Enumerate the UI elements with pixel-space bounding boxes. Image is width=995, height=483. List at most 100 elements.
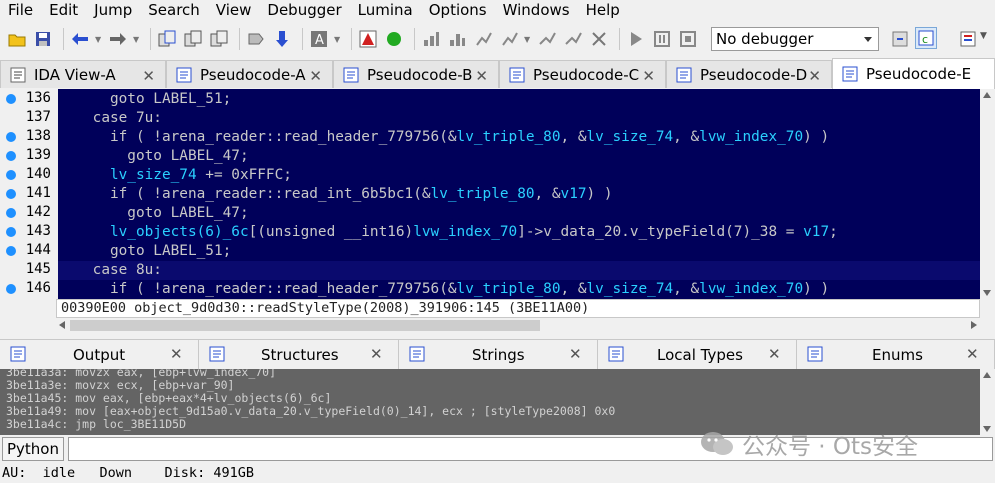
scroll-thumb[interactable]: [70, 320, 540, 331]
struct-icon[interactable]: [208, 28, 230, 50]
code-line[interactable]: lv_objects(6)_6c[(unsigned __int16)lvw_i…: [58, 223, 980, 242]
close-icon[interactable]: ✕: [642, 67, 655, 85]
down-arrow-icon[interactable]: [271, 28, 293, 50]
close-icon[interactable]: ✕: [808, 67, 821, 85]
graph-icon[interactable]: [536, 28, 558, 50]
tab-pseudocode-e[interactable]: Pseudocode-E: [832, 58, 995, 89]
chevron-down-icon[interactable]: ▼: [980, 31, 987, 41]
gutter-line[interactable]: 144: [0, 242, 56, 261]
code-variable[interactable]: lv_triple_80: [457, 129, 561, 145]
menu-file[interactable]: File: [0, 0, 41, 22]
chevron-down-icon[interactable]: ▼: [334, 35, 342, 44]
chevron-down-icon[interactable]: ▼: [133, 35, 141, 44]
bottom-tab-strings[interactable]: Strings ✕: [399, 340, 598, 370]
code-variable[interactable]: v17: [561, 186, 587, 202]
breakpoint-dot-icon[interactable]: [6, 151, 16, 161]
stop-icon[interactable]: [357, 28, 379, 50]
tab-pseudocode-a[interactable]: Pseudocode-A ✕: [166, 60, 333, 88]
menu-search[interactable]: Search: [140, 0, 208, 22]
save-icon[interactable]: [32, 28, 54, 50]
tab-pseudocode-d[interactable]: Pseudocode-D ✕: [666, 60, 832, 88]
green-dot-icon[interactable]: [383, 28, 405, 50]
bottom-tab-local-types[interactable]: Local Types ✕: [598, 340, 797, 370]
code-line[interactable]: lv_size_74 += 0xFFFC;: [58, 166, 980, 185]
gutter-line[interactable]: 137: [0, 109, 56, 128]
scroll-up-icon[interactable]: [983, 92, 991, 98]
hex-icon[interactable]: [182, 28, 204, 50]
code-line[interactable]: goto LABEL_51;: [58, 242, 980, 261]
code-line[interactable]: case 8u:: [58, 261, 980, 280]
graph-icon[interactable]: [420, 28, 442, 50]
code-line[interactable]: goto LABEL_51;: [58, 90, 980, 109]
code-line[interactable]: if ( !arena_reader::read_header_779756(&…: [58, 128, 980, 147]
scroll-left-icon[interactable]: [59, 321, 65, 329]
options-icon[interactable]: [957, 28, 979, 50]
stop-square-icon[interactable]: [677, 28, 699, 50]
output-scrollbar[interactable]: [980, 369, 995, 435]
menu-jump[interactable]: Jump: [86, 0, 140, 22]
code-variable[interactable]: lv_size_74: [110, 167, 197, 183]
scroll-down-icon[interactable]: [983, 290, 991, 296]
output-window[interactable]: 3be11a3a: movzx eax, [ebp+lvw_index_70] 3…: [0, 369, 980, 435]
scroll-up-icon[interactable]: [983, 372, 991, 378]
text-icon[interactable]: A: [308, 28, 330, 50]
graph-icon[interactable]: [446, 28, 468, 50]
close-icon[interactable]: [588, 28, 610, 50]
menu-lumina[interactable]: Lumina: [350, 0, 421, 22]
decompile-icon[interactable]: c: [915, 27, 937, 49]
breakpoint-dot-icon[interactable]: [6, 246, 16, 256]
open-icon[interactable]: [6, 28, 28, 50]
code-variable[interactable]: lv_triple_80: [457, 281, 561, 297]
close-icon[interactable]: ✕: [966, 345, 979, 363]
code-variable[interactable]: lv_size_74: [587, 281, 674, 297]
breakpoint-dot-icon[interactable]: [6, 227, 16, 237]
gutter-line[interactable]: 138: [0, 128, 56, 147]
close-icon[interactable]: ✕: [475, 67, 488, 85]
gutter-line[interactable]: 136: [0, 90, 56, 109]
tab-pseudocode-c[interactable]: Pseudocode-C ✕: [499, 60, 666, 88]
gutter-line[interactable]: 143: [0, 223, 56, 242]
gutter-line[interactable]: 145: [0, 261, 56, 280]
close-icon[interactable]: ✕: [142, 67, 155, 85]
gutter-line[interactable]: 146: [0, 280, 56, 299]
gutter-line[interactable]: 141: [0, 185, 56, 204]
horizontal-scrollbar[interactable]: [56, 318, 980, 333]
python-language-button[interactable]: Python: [2, 437, 64, 461]
graph-icon[interactable]: [498, 28, 520, 50]
gutter-line[interactable]: 139: [0, 147, 56, 166]
jump-icon[interactable]: [245, 28, 267, 50]
menu-help[interactable]: Help: [578, 0, 628, 22]
scroll-right-icon[interactable]: [971, 321, 977, 329]
gutter-line[interactable]: 142: [0, 204, 56, 223]
bottom-tab-structures[interactable]: Structures ✕: [199, 340, 399, 370]
close-icon[interactable]: ✕: [309, 67, 322, 85]
graph-icon[interactable]: [472, 28, 494, 50]
gutter-line[interactable]: 140: [0, 166, 56, 185]
menu-edit[interactable]: Edit: [41, 0, 86, 22]
scroll-down-icon[interactable]: [983, 426, 991, 432]
breakpoint-dot-icon[interactable]: [6, 189, 16, 199]
back-icon[interactable]: [69, 28, 91, 50]
bottom-tab-output[interactable]: Output ✕: [0, 340, 199, 370]
code-variable[interactable]: lv_objects(6)_6c: [110, 224, 249, 240]
code-line[interactable]: if ( !arena_reader::read_header_779756(&…: [58, 280, 980, 299]
tab-pseudocode-b[interactable]: Pseudocode-B ✕: [333, 60, 499, 88]
code-variable[interactable]: lvw_index_70: [413, 224, 517, 240]
menu-view[interactable]: View: [208, 0, 260, 22]
breakpoint-dot-icon[interactable]: [6, 170, 16, 180]
forward-icon[interactable]: [107, 28, 129, 50]
chevron-down-icon[interactable]: ▼: [95, 35, 103, 44]
vertical-scrollbar[interactable]: [980, 89, 995, 299]
binary-icon[interactable]: [156, 28, 178, 50]
code-variable[interactable]: lvw_index_70: [699, 129, 803, 145]
menu-windows[interactable]: Windows: [495, 0, 578, 22]
code-variable[interactable]: lv_size_74: [587, 129, 674, 145]
code-line[interactable]: if ( !arena_reader::read_int_6b5bc1(&lv_…: [58, 185, 980, 204]
bottom-tab-enums[interactable]: Enums ✕: [797, 340, 995, 370]
breakpoint-dot-icon[interactable]: [6, 284, 16, 294]
attach-icon[interactable]: [889, 28, 911, 50]
close-icon[interactable]: ✕: [768, 345, 781, 363]
menu-debugger[interactable]: Debugger: [259, 0, 349, 22]
close-icon[interactable]: ✕: [170, 345, 183, 363]
chevron-down-icon[interactable]: ▼: [524, 35, 532, 44]
